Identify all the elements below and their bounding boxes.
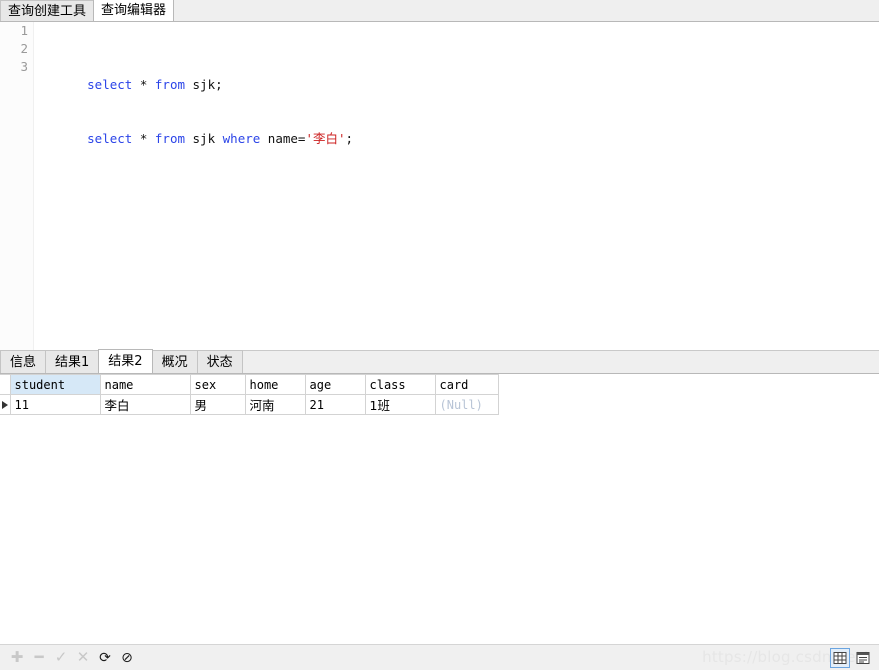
current-row-arrow-icon (2, 400, 8, 409)
column-header-sex[interactable]: sex (190, 374, 246, 395)
code-line-1[interactable]: select * from sjk; (42, 58, 879, 92)
column-header-card[interactable]: card (435, 374, 499, 395)
sql-string-literal: '李白' (305, 131, 346, 146)
line-number: 1 (20, 23, 28, 38)
column-header-name[interactable]: name (100, 374, 191, 395)
tab-result-1[interactable]: 结果1 (45, 350, 100, 373)
column-header-age[interactable]: age (305, 374, 366, 395)
column-header-home[interactable]: home (245, 374, 306, 395)
code-line-2[interactable]: select * from sjk where name='李白'; (42, 112, 879, 146)
grid-icon (833, 651, 847, 664)
sql-code-area[interactable]: select * from sjk; select * from sjk whe… (42, 22, 879, 220)
tab-profile[interactable]: 概况 (151, 350, 198, 373)
refresh-button[interactable]: ⟳ (94, 648, 116, 668)
line-number: 2 (20, 41, 28, 56)
grid-view-button[interactable] (830, 647, 850, 668)
row-indicator-header (0, 374, 11, 395)
sql-text: sjk (185, 131, 223, 146)
tab-info[interactable]: 信息 (0, 350, 47, 373)
sql-text: name= (260, 131, 306, 146)
sql-keyword: select (87, 77, 133, 92)
grid-toolbar: ✚ ━ ✓ ✕ ⟳ ⊘ https://blog.csdn.net/ (0, 644, 879, 670)
column-header-class[interactable]: class (365, 374, 436, 395)
tab-result-2[interactable]: 结果2 (98, 349, 153, 373)
cell-card[interactable]: (Null) (435, 394, 499, 415)
grid-header-row: student name sex home age class card (0, 374, 499, 395)
cell-sex[interactable]: 男 (190, 394, 246, 415)
sql-keyword: from (154, 131, 185, 146)
line-number: 3 (20, 59, 28, 74)
cancel-edit-button[interactable]: ✕ (72, 648, 94, 668)
form-view-button[interactable] (853, 648, 873, 668)
code-line-3[interactable] (42, 166, 879, 184)
cell-home[interactable]: 河南 (245, 394, 306, 415)
sql-text: * (132, 131, 155, 146)
cell-student[interactable]: 11 (10, 394, 101, 415)
sql-keyword: from (154, 77, 185, 92)
tab-status[interactable]: 状态 (196, 350, 243, 373)
cell-age[interactable]: 21 (305, 394, 366, 415)
view-mode-group (830, 647, 873, 668)
sql-text: ; (345, 131, 354, 146)
cell-name[interactable]: 李白 (100, 394, 191, 415)
cell-class[interactable]: 1班 (365, 394, 436, 415)
confirm-edit-button[interactable]: ✓ (50, 648, 72, 668)
sql-keyword: select (87, 131, 133, 146)
tab-query-editor[interactable]: 查询编辑器 (93, 0, 175, 21)
sql-editor[interactable]: 1 2 3 select * from sjk; select * from s… (0, 22, 879, 350)
column-header-student[interactable]: student (10, 374, 101, 395)
result-grid-container[interactable]: student name sex home age class card 11 … (0, 374, 879, 622)
editor-tab-bar: 查询创建工具 查询编辑器 (0, 0, 879, 22)
delete-record-button[interactable]: ━ (28, 648, 50, 668)
row-indicator (0, 394, 11, 415)
result-tab-bar: 信息 结果1 结果2 概况 状态 (0, 349, 879, 374)
sql-keyword: where (222, 131, 261, 146)
result-grid[interactable]: student name sex home age class card 11 … (0, 374, 499, 415)
tab-query-builder[interactable]: 查询创建工具 (0, 0, 95, 21)
form-icon (856, 651, 870, 664)
add-record-button[interactable]: ✚ (6, 648, 28, 668)
table-row[interactable]: 11 李白 男 河南 21 1班 (Null) (0, 394, 499, 415)
sql-text: sjk; (185, 77, 223, 92)
line-number-gutter: 1 2 3 (0, 22, 34, 350)
sql-text: * (132, 77, 155, 92)
stop-button[interactable]: ⊘ (116, 648, 138, 668)
